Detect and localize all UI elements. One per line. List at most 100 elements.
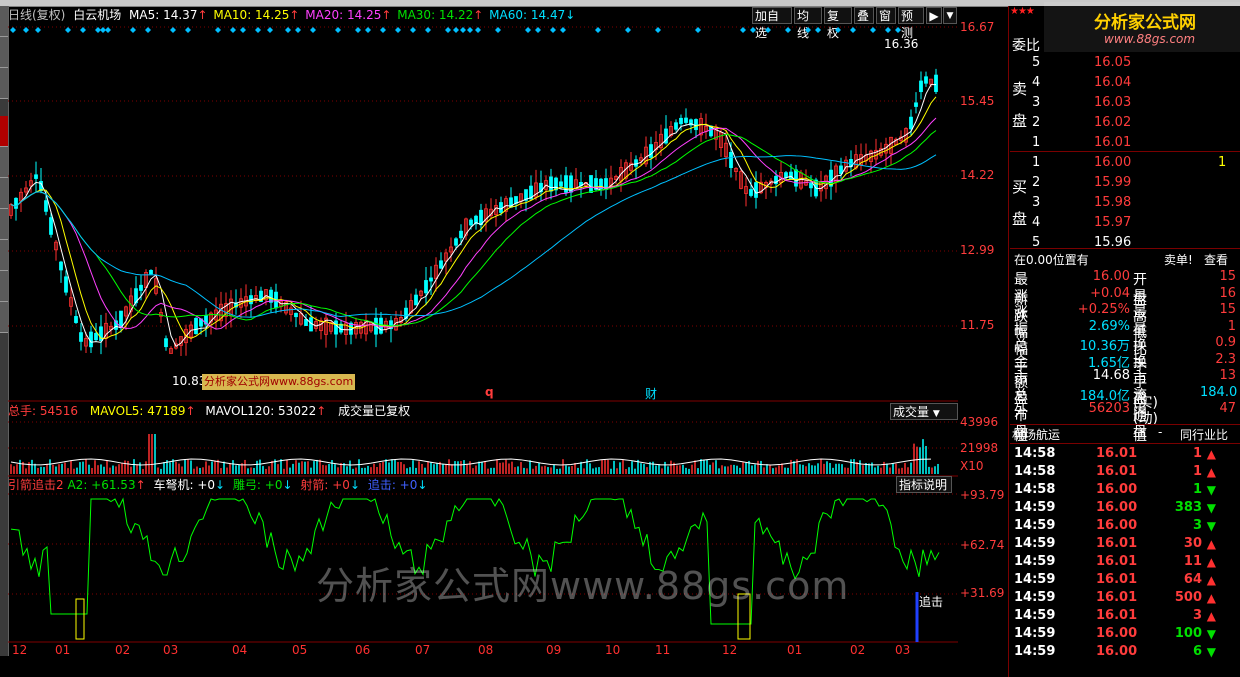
left-tab[interactable]: [0, 147, 8, 178]
adjust-button[interactable]: 复权: [824, 7, 852, 40]
left-tab[interactable]: [0, 302, 8, 333]
position-line: 在0.00位置有: [1014, 253, 1089, 267]
signal-diamond: [240, 27, 246, 33]
forecast-button[interactable]: 预测: [898, 7, 924, 40]
left-tab[interactable]: [0, 6, 8, 37]
candle-body: [469, 219, 473, 226]
dropdown-icon[interactable]: ▼: [943, 7, 957, 24]
left-tab[interactable]: [0, 37, 8, 68]
month-label: 05: [292, 643, 308, 657]
sector-bar: 机场航运 - 同行业比: [1010, 424, 1240, 444]
collapse-button[interactable]: -: [1158, 425, 1162, 439]
left-tab[interactable]: [0, 178, 8, 209]
trade-time: 14:59: [1014, 572, 1056, 587]
trade-price: 16.00: [1096, 518, 1138, 533]
signal-diamond: [215, 27, 221, 33]
month-label: 04: [232, 643, 248, 657]
order-row[interactable]: 1 16.00 1: [1032, 153, 1240, 173]
down-arrow-icon: ▼: [1206, 501, 1216, 515]
candle-body: [164, 338, 168, 348]
order-row[interactable]: 2 15.99: [1032, 173, 1240, 193]
trade-volume: 1: [1192, 464, 1202, 479]
stat-value: 2.3: [1215, 351, 1236, 367]
price-tick: 11.75: [960, 318, 995, 332]
month-label: 07: [415, 643, 431, 657]
trade-price: 16.01: [1096, 608, 1138, 623]
left-tab[interactable]: [0, 271, 8, 302]
indicator-help-button[interactable]: 指标说明: [896, 476, 952, 493]
trade-row: 14:58 16.01 1 ▲: [1012, 445, 1236, 463]
overlay-button[interactable]: 叠: [854, 7, 874, 24]
month-label: 12: [722, 643, 738, 657]
high-price-label: 16.36: [884, 37, 919, 51]
signal-diamond: [625, 27, 631, 33]
order-row[interactable]: 5 15.96: [1032, 233, 1240, 253]
candle-body: [909, 116, 913, 130]
order-row[interactable]: 3 15.98: [1032, 193, 1240, 213]
ma-line: [10, 96, 937, 339]
order-row[interactable]: 3 16.03: [1032, 93, 1240, 113]
volume-button[interactable]: 成交量 ▼: [890, 403, 958, 420]
signal-diamond: [410, 27, 416, 33]
left-tab[interactable]: [0, 240, 8, 271]
signal-diamonds: [10, 27, 901, 33]
order-row[interactable]: 5 16.05: [1032, 53, 1240, 73]
candle-body: [684, 117, 688, 123]
down-arrow-icon: ▼: [1206, 645, 1216, 659]
candle-body: [554, 177, 558, 191]
candle-body: [479, 209, 483, 226]
che-value: 车弩机: +0: [153, 478, 216, 492]
trade-volume: 383: [1174, 500, 1202, 515]
view-link[interactable]: 查看: [1204, 251, 1228, 268]
volume-tick: 21998: [960, 441, 999, 455]
compare-button[interactable]: 同行业比: [1180, 426, 1228, 443]
month-label: 09: [546, 643, 562, 657]
finance-marker: 财: [645, 387, 658, 401]
candle-body: [934, 74, 938, 92]
signal-diamond: [805, 27, 811, 33]
ma30-label: MA30: 14.22: [397, 8, 474, 22]
price-tick: 14.22: [960, 168, 995, 182]
candle-body: [919, 80, 923, 93]
add-favorite-button[interactable]: 加自选: [752, 7, 792, 40]
month-label: 02: [115, 643, 131, 657]
candle-body: [454, 238, 458, 246]
trade-volume: 30: [1183, 536, 1202, 551]
trade-price: 16.01: [1096, 446, 1138, 461]
sell-order-link[interactable]: 卖单!: [1164, 251, 1193, 268]
ma20-label: MA20: 14.25: [305, 8, 382, 22]
down-arrow-icon: ↓: [282, 478, 293, 492]
order-price: 16.04: [1094, 75, 1132, 90]
left-tab[interactable]: [0, 68, 8, 99]
candle-body: [499, 202, 503, 213]
order-row[interactable]: 2 16.02: [1032, 113, 1240, 133]
order-row[interactable]: 4 15.97: [1032, 213, 1240, 233]
order-row[interactable]: 1 16.01: [1032, 133, 1240, 153]
signal-diamond: [170, 27, 176, 33]
left-tab[interactable]: [0, 209, 8, 240]
stat-value: +0.04: [1090, 285, 1130, 301]
up-arrow-icon: ↑: [135, 478, 146, 492]
dropdown-icon: ▼: [932, 409, 940, 419]
sector-name[interactable]: 机场航运: [1012, 426, 1060, 443]
ma-button[interactable]: 均线: [794, 7, 822, 40]
left-tab-active[interactable]: [0, 116, 8, 147]
total-volume: 总手: 54516: [8, 404, 79, 418]
candle-body: [79, 332, 83, 342]
trade-volume: 100: [1174, 626, 1202, 641]
trade-volume: 64: [1183, 572, 1202, 587]
period-label[interactable]: 日线(复权): [8, 8, 65, 22]
up-arrow-icon: ▲: [1206, 447, 1216, 461]
signal-diamond: [230, 27, 236, 33]
order-level: 5: [1032, 55, 1041, 70]
up-arrow-icon: ↑: [381, 8, 392, 22]
signal-diamond: [267, 27, 273, 33]
price-tick: 12.99: [960, 243, 995, 257]
window-button[interactable]: 窗: [876, 7, 896, 24]
toggle-icon[interactable]: ▶: [926, 7, 942, 24]
diao-value: 雕弓: +0: [232, 478, 283, 492]
a2-value: A2: +61.53: [67, 478, 136, 492]
order-row[interactable]: 4 16.04: [1032, 73, 1240, 93]
order-price: 15.99: [1094, 175, 1132, 190]
signal-diamond: [885, 27, 891, 33]
